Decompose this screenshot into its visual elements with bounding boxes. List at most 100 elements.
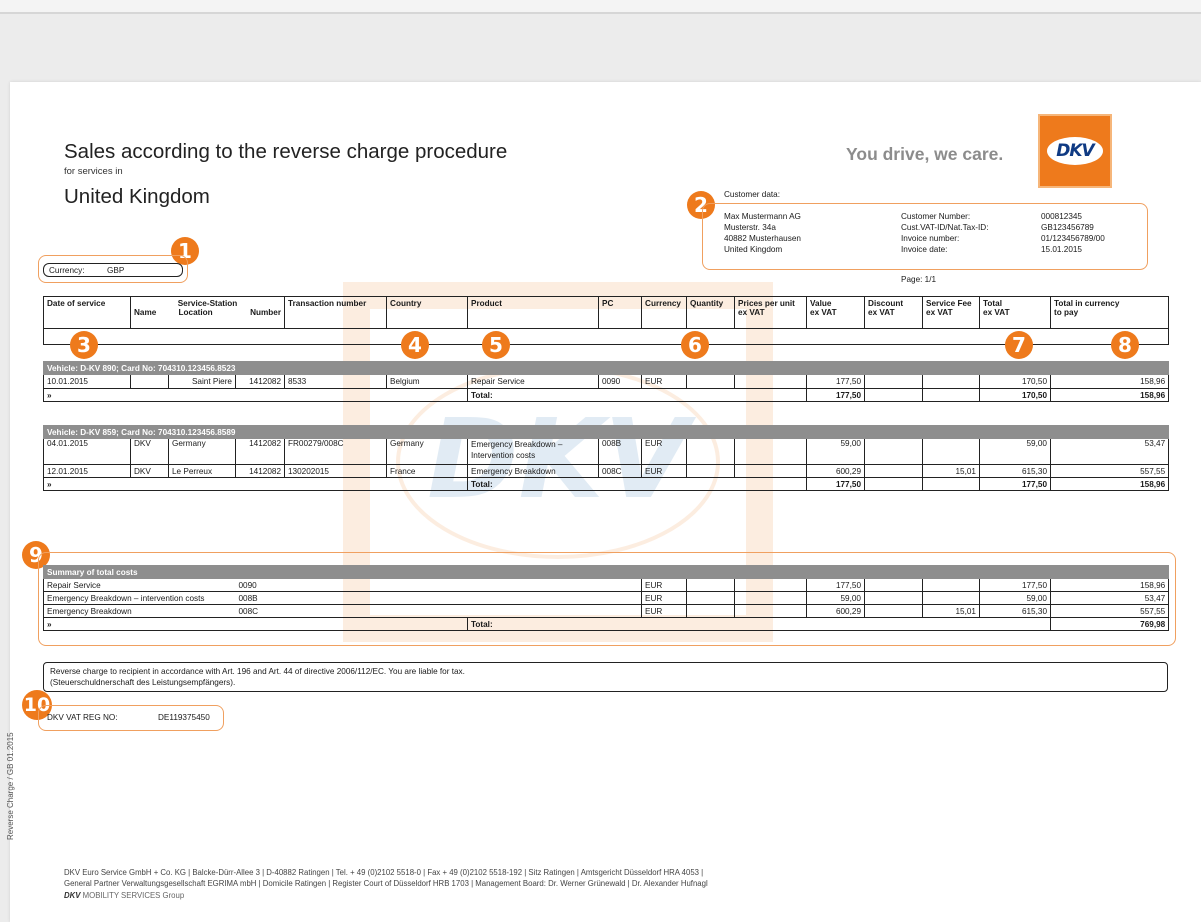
summary-row: Emergency Breakdown – intervention costs…: [43, 591, 1170, 605]
header-service-station: Service-Station Name Location Number: [129, 296, 286, 329]
footer-line2: General Partner Verwaltungsgesellschaft …: [64, 879, 708, 888]
header-total: Total ex VAT: [979, 296, 1052, 329]
customer-field-label: Invoice number:: [901, 234, 960, 243]
customer-address-line: Max Mustermann AG: [724, 212, 801, 221]
header-station: Service-Station: [177, 299, 238, 308]
summary-total: 59,00: [979, 591, 1051, 605]
cell-number: 1412082: [235, 464, 285, 478]
summary-discount: [864, 604, 923, 618]
cell-date: 04.01.2015: [43, 438, 131, 465]
currency-label: Currency:: [49, 266, 85, 275]
cell-currency: EUR: [641, 438, 687, 465]
cell-fee: 15,01: [922, 464, 980, 478]
total-label: Total:: [467, 477, 807, 491]
header-location: Location: [178, 308, 213, 317]
summary-total-marker: »: [43, 617, 468, 631]
cell-price: [734, 374, 807, 389]
vehicle-title: Vehicle: D-KV 859; Card No: 704310.12345…: [42, 425, 1170, 439]
table-row: 12.01.2015 DKV Le Perreux 1412082 130202…: [43, 464, 1170, 478]
header-value-line1: Value: [810, 299, 832, 308]
cell-country: Germany: [386, 438, 468, 465]
badge-6: 6: [681, 331, 709, 359]
cell-country: Belgium: [386, 374, 468, 389]
header-value: Value ex VAT: [806, 296, 866, 329]
total-total: 177,50: [979, 477, 1051, 491]
viewer-top-bar: [0, 0, 1201, 14]
cell-name: DKV: [130, 438, 169, 465]
header-discount-line1: Discount: [868, 299, 904, 308]
cell-discount: [864, 374, 923, 389]
summary-row: Repair Service 0090 EUR 177,50 177,50 15…: [43, 578, 1170, 592]
customer-field-value: 000812345: [1041, 212, 1082, 221]
summary-total-label: Total:: [467, 617, 1051, 631]
cell-value: 600,29: [806, 464, 865, 478]
summary-value: 59,00: [806, 591, 865, 605]
cell-date: 12.01.2015: [43, 464, 131, 478]
header-total-line1: Total: [983, 299, 1002, 308]
cell-quantity: [686, 464, 735, 478]
footer-line1: DKV Euro Service GmbH + Co. KG | Balcke-…: [64, 868, 704, 877]
total-fee: [922, 388, 980, 402]
vat-label: DKV VAT REG NO:: [47, 713, 118, 722]
header-price-line2: ex VAT: [738, 308, 765, 317]
summary-total: 177,50: [979, 578, 1051, 592]
cell-topay: 557,55: [1049, 464, 1170, 478]
cell-total: 615,30: [979, 464, 1051, 478]
header-fee-line2: ex VAT: [926, 308, 953, 317]
transactions-header: Date of service Service-Station Name Loc…: [42, 296, 1170, 345]
cell-product: Repair Service: [467, 374, 599, 389]
header-price: Prices per unit ex VAT: [734, 296, 808, 329]
total-discount: [864, 388, 923, 402]
summary-product: Emergency Breakdown – intervention costs: [43, 591, 236, 605]
summary-title: Summary of total costs: [42, 565, 1170, 579]
summary-product: Repair Service: [43, 578, 236, 592]
total-topay: 158,96: [1049, 477, 1170, 491]
table-row: 04.01.2015 DKV Germany 1412082 FR00279/0…: [43, 438, 1170, 465]
summary-currency: EUR: [641, 591, 687, 605]
summary-table: Summary of total costs Repair Service 00…: [42, 565, 1170, 631]
cell-quantity: [686, 438, 735, 465]
summary-topay: 557,55: [1049, 604, 1170, 618]
cell-fee: [922, 374, 980, 389]
header-to-pay: Total in currency to pay: [1050, 296, 1170, 329]
header-pc: PC: [598, 296, 643, 329]
cell-number: 1412082: [235, 438, 285, 465]
customer-field-label: Cust.VAT-ID/Nat.Tax-ID:: [901, 223, 989, 232]
summary-product: Emergency Breakdown: [43, 604, 236, 618]
cell-number: 1412082: [235, 374, 285, 389]
invoice-page: DKV Sales according to the reverse charg…: [10, 82, 1201, 922]
summary-pc: 008B: [235, 591, 642, 605]
cell-currency: EUR: [641, 374, 687, 389]
slogan: You drive, we care.: [846, 144, 1004, 164]
summary-currency: EUR: [641, 604, 687, 618]
vat-value: DE119375450: [158, 713, 210, 722]
total-value: 177,50: [806, 388, 865, 402]
header-currency: Currency: [641, 296, 688, 329]
customer-address-line: Musterstr. 34a: [724, 223, 776, 232]
header-station-subcols: Name Location Number: [134, 308, 281, 317]
header-name: Name: [134, 308, 157, 317]
cell-product: Emergency Breakdown: [467, 464, 599, 478]
cell-transaction: FR00279/008C: [284, 438, 387, 465]
summary-row: Emergency Breakdown 008C EUR 600,29 15,0…: [43, 604, 1170, 618]
vehicle-title: Vehicle: D-KV 890; Card No: 704310.12345…: [42, 361, 1170, 375]
cell-location: Germany: [168, 438, 236, 465]
cell-price: [734, 438, 807, 465]
badge-3: 3: [70, 331, 98, 359]
cell-discount: [864, 438, 923, 465]
header-value-line2: ex VAT: [810, 308, 837, 317]
header-total-line2: ex VAT: [983, 308, 1010, 317]
header-discount-line2: ex VAT: [868, 308, 895, 317]
header-topay-line1: Total in currency: [1054, 299, 1120, 308]
footer-group: MOBILITY SERVICES Group: [82, 891, 185, 900]
summary-pc: 0090: [235, 578, 642, 592]
cell-total: 59,00: [979, 438, 1051, 465]
header-date: Date of service: [43, 296, 131, 329]
header-fee-line1: Service Fee: [926, 299, 972, 308]
customer-field-value: 15.01.2015: [1041, 245, 1082, 254]
customer-field-label: Customer Number:: [901, 212, 971, 221]
summary-fee: [922, 578, 980, 592]
cell-pc: 0090: [598, 374, 642, 389]
cell-location: Saint Piere: [168, 374, 236, 389]
summary-value: 600,29: [806, 604, 865, 618]
